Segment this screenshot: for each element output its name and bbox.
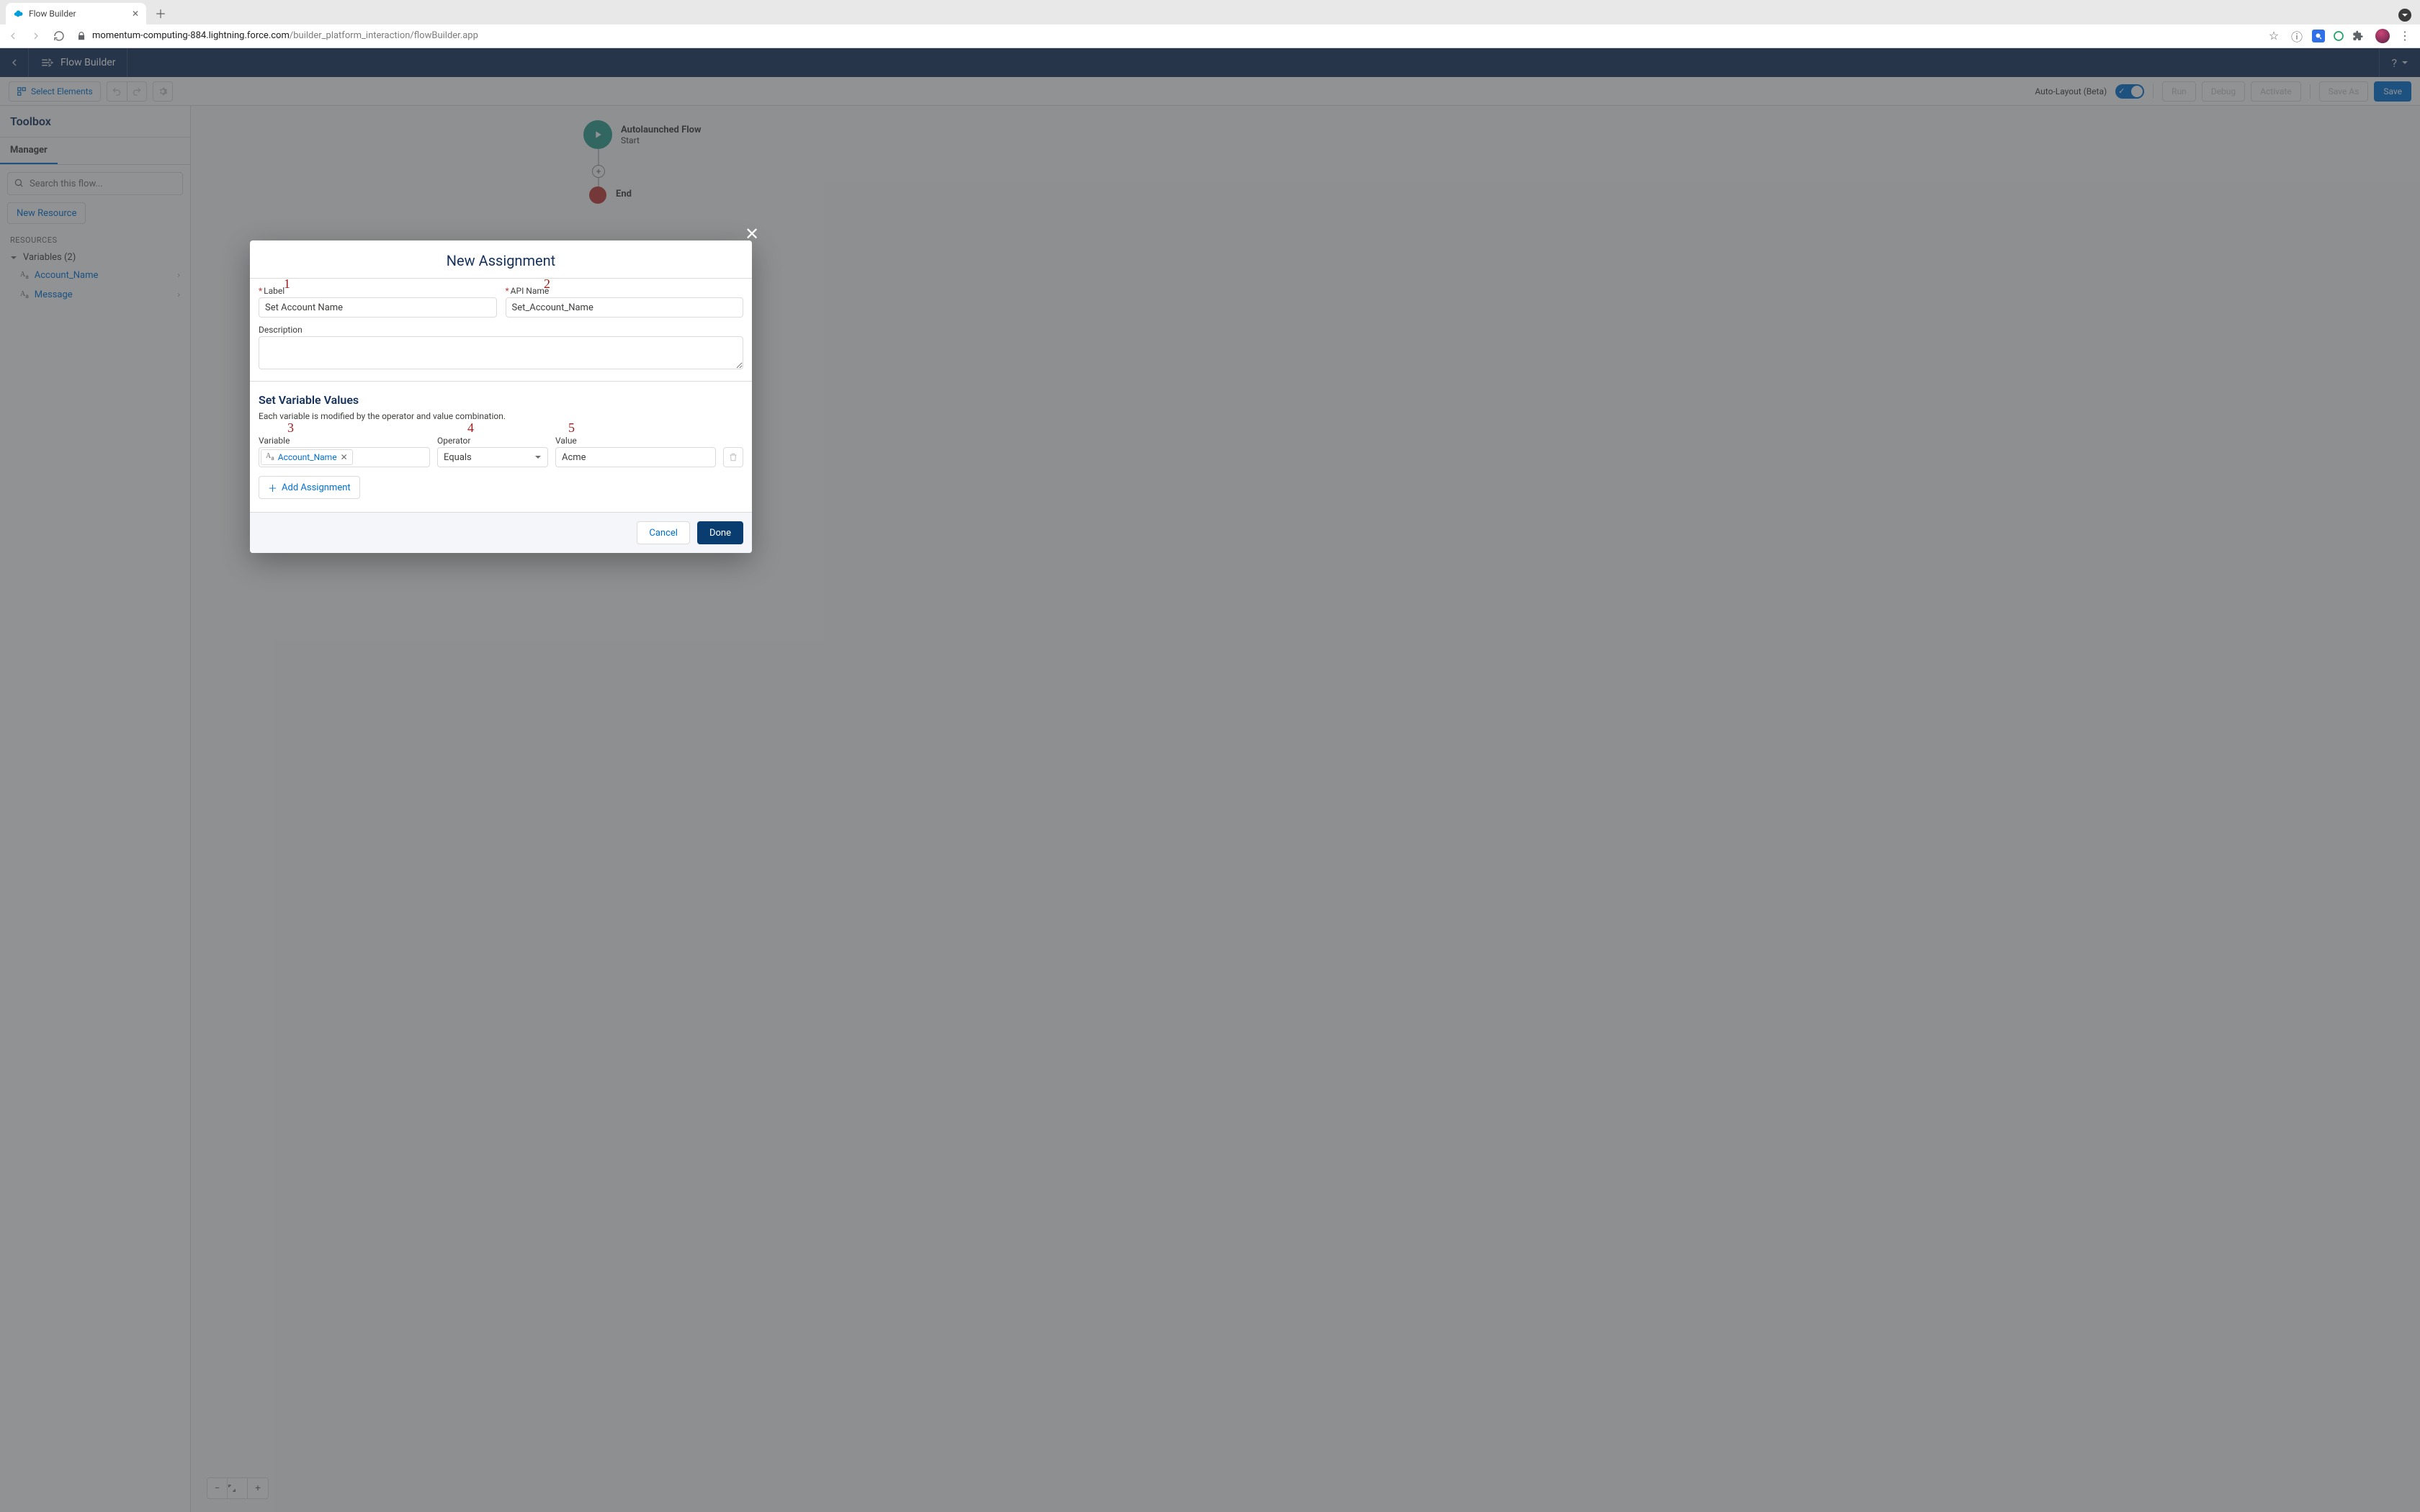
add-assignment-button[interactable]: ＋ Add Assignment bbox=[259, 476, 360, 499]
operator-value: Equals bbox=[444, 452, 472, 463]
callout-2: 2 bbox=[544, 276, 550, 292]
back-icon[interactable] bbox=[7, 30, 23, 42]
cancel-button[interactable]: Cancel bbox=[637, 521, 690, 544]
set-variable-subtitle: Each variable is modified by the operato… bbox=[259, 411, 743, 421]
browser-tab[interactable]: Flow Builder ✕ bbox=[6, 3, 146, 24]
chevron-down-icon bbox=[534, 454, 542, 461]
variable-chip-label: Account_Name bbox=[278, 452, 337, 462]
tab-title: Flow Builder bbox=[29, 9, 126, 19]
add-assignment-label: Add Assignment bbox=[282, 482, 351, 493]
new-tab-button[interactable]: ＋ bbox=[151, 3, 171, 23]
set-variable-title: Set Variable Values bbox=[259, 393, 743, 407]
description-textarea[interactable] bbox=[259, 336, 743, 369]
extension-icon-2[interactable] bbox=[2332, 30, 2345, 42]
lock-icon bbox=[76, 31, 86, 41]
label-input[interactable] bbox=[259, 297, 497, 318]
forward-icon[interactable] bbox=[30, 30, 46, 42]
done-button[interactable]: Done bbox=[697, 521, 743, 544]
modal-footer: Cancel Done bbox=[250, 512, 752, 553]
tab-strip: Flow Builder ✕ ＋ bbox=[0, 0, 2420, 24]
address-row: momentum-computing-884.lightning.force.c… bbox=[0, 24, 2420, 48]
window-controls bbox=[2398, 8, 2411, 22]
reload-icon[interactable] bbox=[53, 30, 69, 42]
url-path: /builder_platform_interaction/flowBuilde… bbox=[290, 30, 478, 41]
operator-select[interactable]: Equals bbox=[437, 447, 548, 467]
tab-close-icon[interactable]: ✕ bbox=[132, 9, 139, 19]
chip-remove-icon[interactable]: ✕ bbox=[341, 452, 348, 462]
account-menu-icon[interactable] bbox=[2398, 9, 2411, 22]
variable-input[interactable]: Aa Account_Name ✕ bbox=[259, 447, 430, 467]
profile-avatar[interactable] bbox=[2375, 29, 2390, 43]
extensions-icon[interactable] bbox=[2352, 30, 2368, 42]
callout-5: 5 bbox=[568, 420, 575, 436]
delete-row-button[interactable] bbox=[723, 447, 743, 467]
variable-column-label: Variable bbox=[259, 436, 430, 446]
info-icon[interactable]: ⓘ bbox=[2289, 27, 2305, 45]
bookmark-star-icon[interactable]: ☆ bbox=[2266, 29, 2282, 42]
extension-icon-1[interactable] bbox=[2312, 30, 2325, 42]
label-field-label: *Label bbox=[259, 286, 497, 296]
api-name-field-label: *API Name bbox=[506, 286, 744, 296]
value-input[interactable] bbox=[555, 447, 716, 467]
new-assignment-modal: New Assignment 1 2 *Label *API Name Desc… bbox=[250, 240, 752, 553]
text-var-icon: Aa bbox=[266, 452, 274, 462]
callout-3: 3 bbox=[287, 420, 294, 436]
plus-icon: ＋ bbox=[268, 481, 277, 495]
value-column-label: Value bbox=[555, 436, 716, 446]
description-label: Description bbox=[259, 325, 743, 335]
salesforce-favicon-icon bbox=[13, 9, 23, 19]
variable-chip[interactable]: Aa Account_Name ✕ bbox=[261, 449, 353, 465]
callout-1: 1 bbox=[284, 276, 290, 292]
browser-chrome: Flow Builder ✕ ＋ momentum-computing-884.… bbox=[0, 0, 2420, 48]
api-name-input[interactable] bbox=[506, 297, 744, 318]
url-host: momentum-computing-884.lightning.force.c… bbox=[92, 30, 290, 41]
overflow-menu-icon[interactable]: ⋮ bbox=[2397, 29, 2413, 42]
callout-4: 4 bbox=[467, 420, 474, 436]
operator-column-label: Operator bbox=[437, 436, 548, 446]
modal-title: New Assignment bbox=[250, 240, 752, 278]
address-bar[interactable]: momentum-computing-884.lightning.force.c… bbox=[76, 27, 2259, 45]
